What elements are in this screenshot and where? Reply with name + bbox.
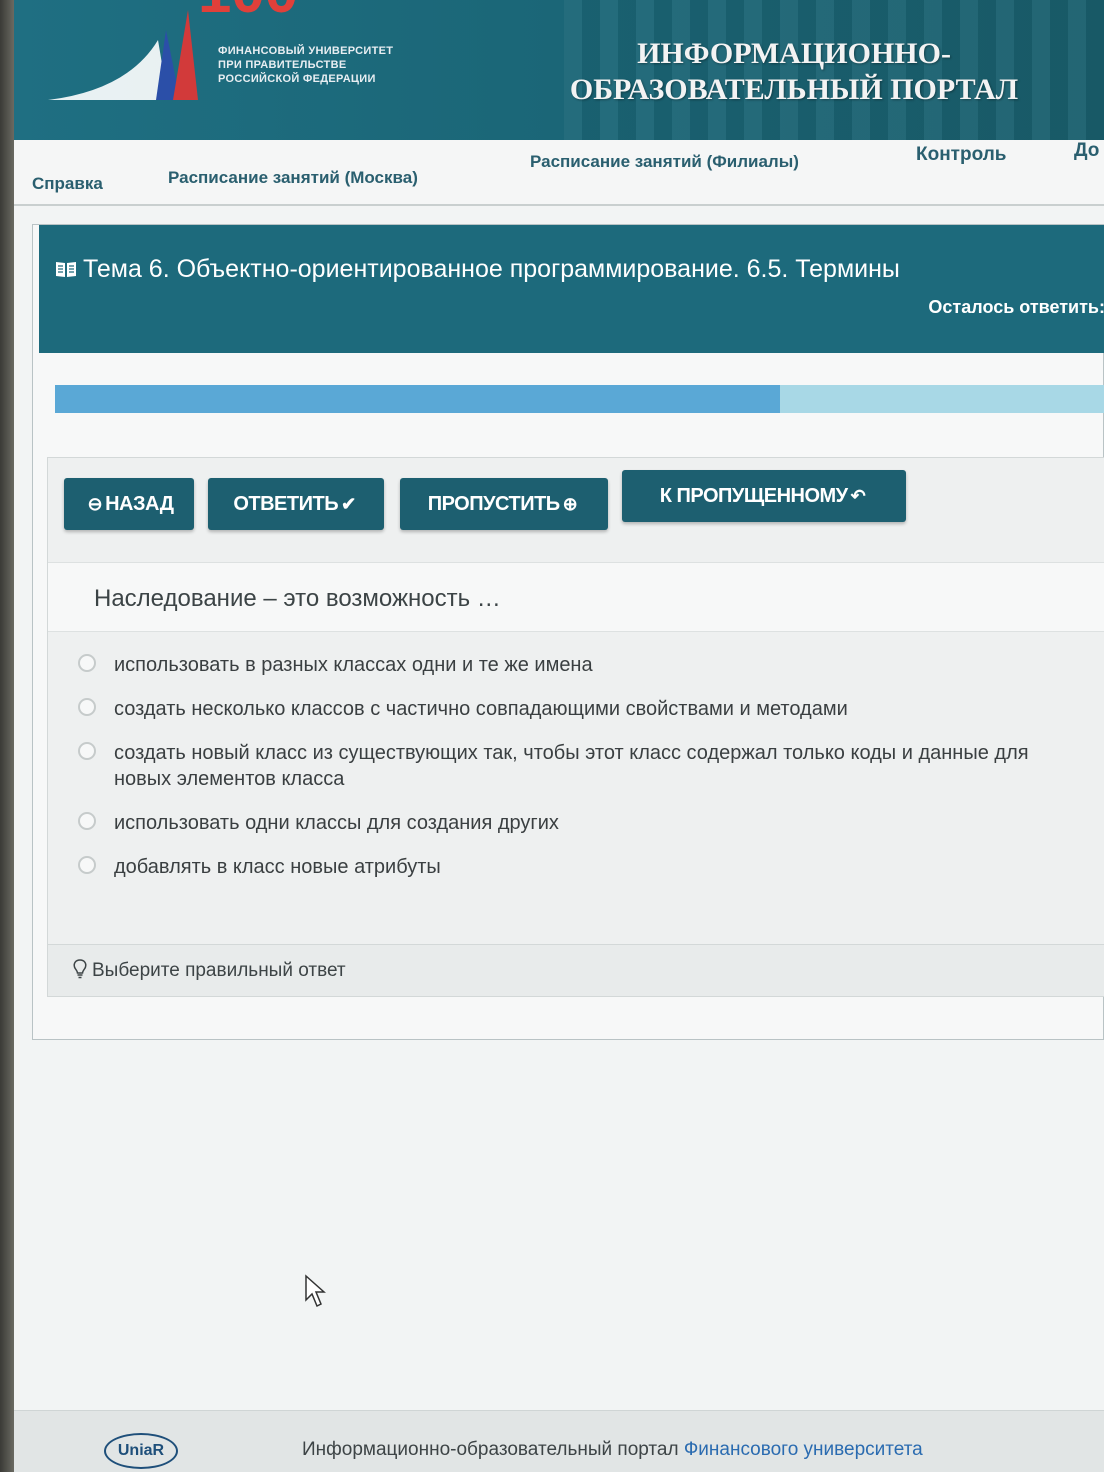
- university-logo[interactable]: 100 ФИНАНСОВЫЙ УНИВЕРСИТЕТ ПРИ ПРАВИТЕЛЬ…: [38, 0, 418, 110]
- circle-arrow-left-icon: ⊖: [87, 493, 103, 514]
- nav-item-more[interactable]: До: [1074, 140, 1099, 162]
- nav-item-schedule-branches[interactable]: Расписание занятий (Филиалы): [530, 152, 799, 172]
- answer-button-label: ОТВЕТИТЬ: [233, 492, 339, 515]
- mouse-pointer-icon: [305, 1274, 326, 1308]
- radio-button[interactable]: [78, 654, 96, 672]
- progress-fill: [55, 385, 780, 413]
- footer-text-label: Информационно-образовательный портал: [302, 1439, 679, 1460]
- answer-option-label: создать несколько классов с частично сов…: [114, 698, 848, 720]
- remaining-label: Осталось ответить:: [928, 297, 1104, 317]
- portal-title: ИНФОРМАЦИОННО- ОБРАЗОВАТЕЛЬНЫЙ ПОРТАЛ: [514, 36, 1074, 108]
- hint-bar: Выберите правильный ответ: [48, 944, 1104, 996]
- main-nav: Справка Расписание занятий (Москва) Расп…: [14, 140, 1104, 206]
- answer-option[interactable]: использовать одни классы для создания др…: [48, 810, 1104, 836]
- university-name-line: ФИНАНСОВЫЙ УНИВЕРСИТЕТ: [218, 45, 394, 57]
- hint-label: Выберите правильный ответ: [92, 960, 346, 981]
- screen-bezel: [0, 0, 14, 1472]
- question-card: ⊖ НАЗАД ОТВЕТИТЬ ✔ ПРОПУСТИТЬ ⊕ К ПРОПУЩЕНН…: [47, 457, 1104, 997]
- university-name-line: ПРИ ПРАВИТЕЛЬСТВЕ: [218, 59, 347, 71]
- answer-option-label: добавлять в класс новые атрибуты: [114, 856, 441, 878]
- checkmark-icon: ✔: [341, 493, 356, 514]
- footer-logo[interactable]: UniaR: [104, 1433, 178, 1469]
- university-name-line: РОССИЙСКОЙ ФЕДЕРАЦИИ: [218, 73, 376, 85]
- answer-option[interactable]: добавлять в класс новые атрибуты: [48, 854, 1104, 880]
- hint-text: Выберите правильный ответ: [72, 959, 346, 982]
- footer-link[interactable]: Финансового университета: [684, 1439, 923, 1460]
- nav-item-help[interactable]: Справка: [32, 174, 103, 194]
- book-icon: [56, 262, 76, 277]
- topic-title-text: Тема 6. Объектно-ориентированное програм…: [83, 255, 900, 283]
- back-button-label: НАЗАД: [105, 492, 174, 515]
- answer-option-label: использовать в разных классах одни и те …: [114, 654, 593, 676]
- lightbulb-icon: [73, 959, 87, 979]
- answer-option[interactable]: создать несколько классов с частично сов…: [48, 696, 1104, 722]
- radio-button[interactable]: [78, 742, 96, 760]
- to-skipped-button[interactable]: К ПРОПУЩЕННОМУ ↶: [622, 470, 906, 522]
- header-banner: 100 ФИНАНСОВЫЙ УНИВЕРСИТЕТ ПРИ ПРАВИТЕЛЬ…: [14, 0, 1104, 150]
- page: 100 ФИНАНСОВЫЙ УНИВЕРСИТЕТ ПРИ ПРАВИТЕЛЬ…: [14, 0, 1104, 1472]
- nav-item-schedule-moscow[interactable]: Расписание занятий (Москва): [168, 168, 418, 188]
- answer-option-label: создать новый класс из существующих так,…: [114, 742, 1029, 790]
- skip-button-label: ПРОПУСТИТЬ: [427, 492, 560, 515]
- logo-number: 100: [198, 0, 298, 25]
- progress-bar: [55, 385, 1104, 413]
- test-panel: Тема 6. Объектно-ориентированное програм…: [32, 224, 1104, 1040]
- radio-button[interactable]: [78, 698, 96, 716]
- answer-option-label: использовать одни классы для создания др…: [114, 812, 559, 834]
- radio-button[interactable]: [78, 812, 96, 830]
- university-name: ФИНАНСОВЫЙ УНИВЕРСИТЕТ ПРИ ПРАВИТЕЛЬСТВЕ…: [218, 44, 393, 86]
- answer-button[interactable]: ОТВЕТИТЬ ✔: [208, 478, 384, 530]
- circle-arrow-right-icon: ⊕: [562, 493, 578, 514]
- nav-item-control[interactable]: Контроль: [916, 144, 1006, 166]
- portal-title-line: ИНФОРМАЦИОННО-: [637, 37, 951, 70]
- question-box: Наследование – это возможность …: [48, 562, 1104, 632]
- to-skipped-button-label: К ПРОПУЩЕННОМУ: [659, 484, 848, 507]
- portal-title-line: ОБРАЗОВАТЕЛЬНЫЙ ПОРТАЛ: [569, 73, 1019, 106]
- answer-options: использовать в разных классах одни и те …: [48, 652, 1104, 898]
- question-text: Наследование – это возможность …: [94, 585, 501, 612]
- topic-title: Тема 6. Объектно-ориентированное програм…: [55, 255, 900, 284]
- skip-button[interactable]: ПРОПУСТИТЬ ⊕: [400, 478, 608, 530]
- panel-header: Тема 6. Объектно-ориентированное програм…: [39, 225, 1104, 353]
- footer: UniaR Информационно-образовательный порт…: [14, 1410, 1104, 1472]
- back-button[interactable]: ⊖ НАЗАД: [64, 478, 194, 530]
- answer-option[interactable]: использовать в разных классах одни и те …: [48, 652, 1104, 678]
- reply-arrow-icon: ↶: [850, 485, 866, 506]
- answer-option[interactable]: создать новый класс из существующих так,…: [48, 740, 1104, 792]
- radio-button[interactable]: [78, 856, 96, 874]
- footer-text: Информационно-образовательный портал Фин…: [302, 1439, 923, 1461]
